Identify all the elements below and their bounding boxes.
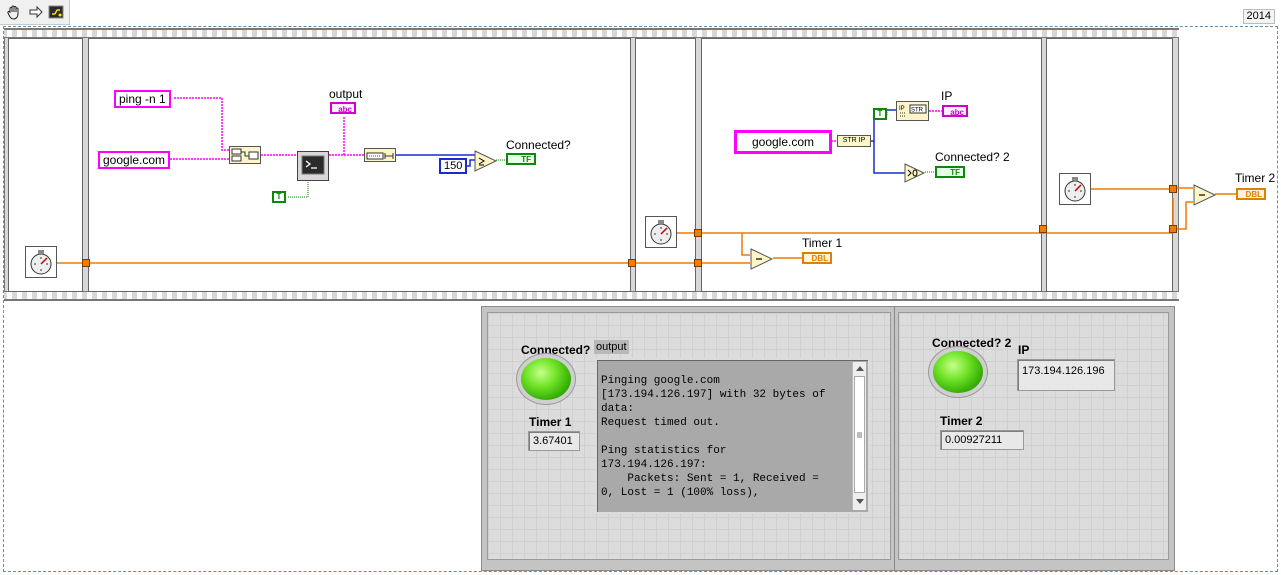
timer1-indicator-label: Timer 1	[529, 415, 572, 429]
ip-indicator-label: IP	[1018, 343, 1030, 357]
tunnel	[694, 259, 702, 267]
tf-text: TF	[521, 155, 531, 164]
connected2-led-indicator	[933, 351, 983, 393]
tunnel	[82, 259, 90, 267]
svg-text:IP: IP	[899, 106, 905, 112]
ip-string-terminal[interactable]: abc	[942, 105, 968, 117]
dbl-text: DBL	[1245, 190, 1262, 199]
ip-to-string-node[interactable]: IP STR	[896, 101, 929, 121]
host-string-constant[interactable]: google.com	[98, 151, 171, 169]
host-string-constant-2[interactable]: google.com	[734, 130, 832, 154]
concatenate-strings-node[interactable]	[229, 146, 261, 164]
tick-count-stopwatch-icon[interactable]	[645, 216, 677, 253]
connected2-terminal-label: Connected? 2	[935, 150, 1010, 164]
tunnel	[1039, 225, 1047, 233]
system-exec-node[interactable]	[297, 151, 329, 186]
timer1-dbl-terminal[interactable]: DBL	[802, 252, 832, 264]
connected-terminal-label: Connected?	[506, 138, 571, 152]
dot-notation-constant[interactable]: T	[873, 108, 887, 120]
svg-text:STR: STR	[911, 108, 924, 114]
scroll-thumb[interactable]	[854, 376, 865, 493]
connected-boolean-terminal[interactable]: TF	[506, 153, 536, 165]
tick-count-stopwatch-icon[interactable]	[25, 246, 57, 283]
scroll-up-icon[interactable]	[855, 364, 865, 372]
tunnel	[694, 229, 702, 237]
output-string-terminal[interactable]: abc	[330, 102, 356, 114]
string-to-ip-node[interactable]: STR IP	[837, 135, 871, 147]
connected-indicator-label: Connected?	[521, 343, 591, 357]
concatenate-icon	[231, 148, 259, 162]
tunnel	[1169, 185, 1177, 193]
subtract-node-2[interactable]	[1193, 184, 1217, 211]
grip-icon	[857, 432, 862, 438]
timer2-dbl-terminal[interactable]: DBL	[1236, 188, 1266, 200]
ip-string-indicator: 173.194.126.196	[1017, 359, 1115, 391]
timer1-numeric-indicator: 3.67401	[528, 431, 580, 451]
ip-to-string-icon: IP STR	[899, 104, 927, 117]
tick-count-stopwatch-icon[interactable]	[1059, 173, 1091, 210]
output-terminal-label: output	[329, 87, 363, 101]
wait-until-completion-constant[interactable]: T	[272, 191, 286, 203]
output-scrollbar[interactable]	[852, 362, 866, 510]
timer2-numeric-indicator: 0.00927211	[940, 430, 1024, 450]
timer2-indicator-label: Timer 2	[940, 414, 983, 428]
connected-led-indicator	[521, 358, 571, 400]
tf-text: TF	[950, 168, 960, 177]
string-length-icon	[366, 152, 394, 160]
output-string-indicator: Pinging google.com [173.194.126.197] wit…	[595, 358, 870, 514]
ping-command-constant[interactable]: ping -n 1	[114, 90, 171, 108]
greater-or-equal-node[interactable]	[474, 150, 498, 177]
length-threshold-constant[interactable]: 150	[439, 158, 468, 174]
ip-terminal-label: IP	[941, 89, 953, 103]
string-length-node[interactable]	[364, 148, 396, 162]
connected2-boolean-terminal[interactable]: TF	[935, 166, 965, 178]
connected2-indicator-label: Connected? 2	[932, 336, 1012, 350]
subtract-node[interactable]	[750, 248, 774, 275]
timer1-terminal-label: Timer 1	[802, 236, 843, 250]
tunnel	[1169, 225, 1177, 233]
timer2-terminal-label: Timer 2	[1235, 171, 1276, 185]
output-indicator-label: output	[594, 340, 629, 354]
tunnel	[628, 259, 636, 267]
scroll-down-icon[interactable]	[855, 498, 865, 506]
not-equal-to-zero-node[interactable]	[904, 163, 926, 188]
dbl-text: DBL	[811, 254, 828, 263]
output-text: Pinging google.com [173.194.126.197] wit…	[601, 375, 826, 499]
